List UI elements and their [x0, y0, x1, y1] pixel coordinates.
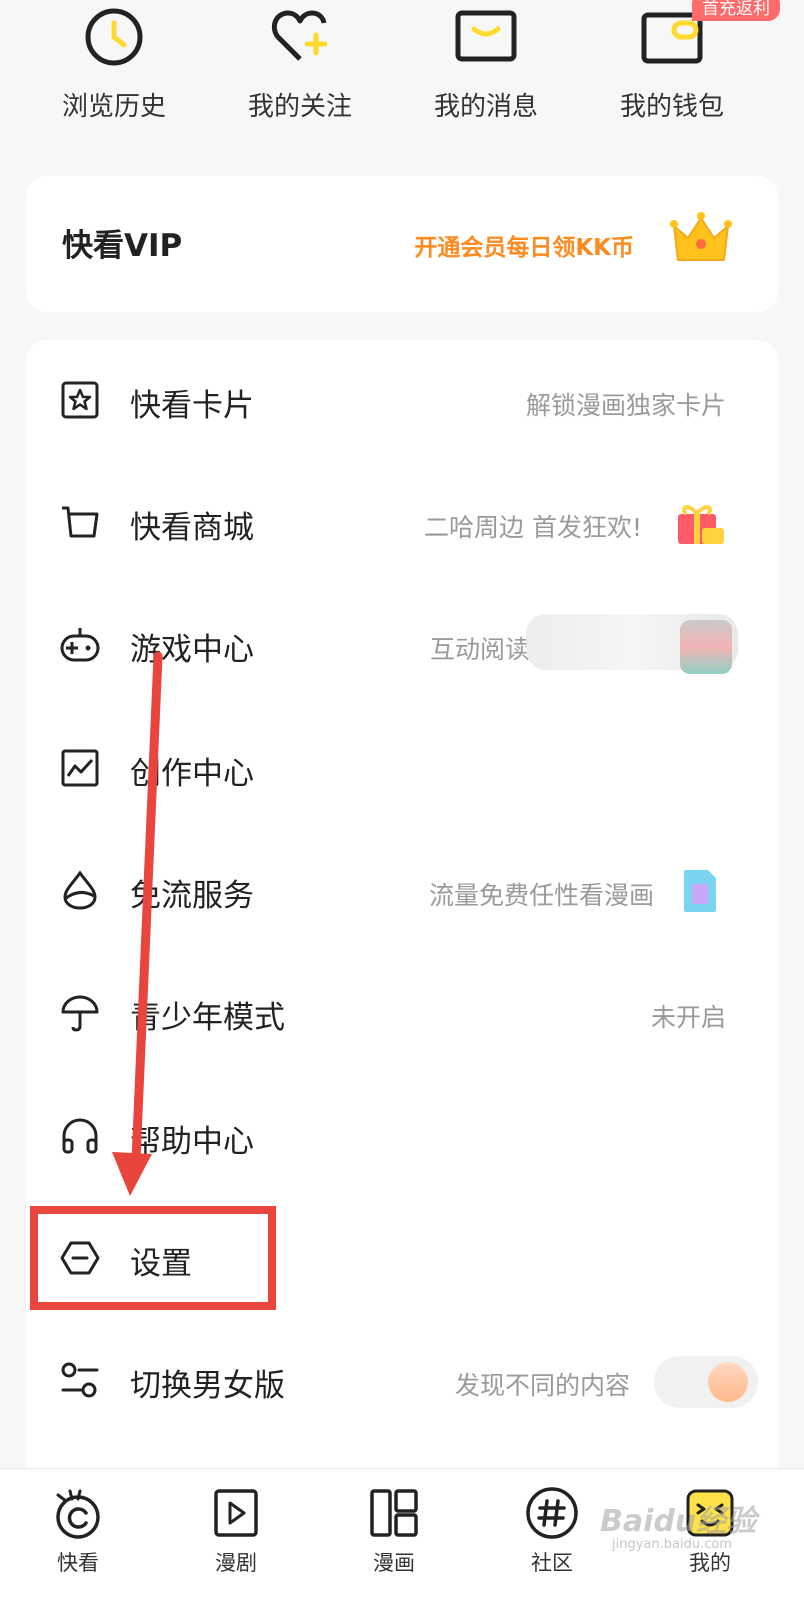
nav-tab-label: 快看	[57, 1551, 99, 1575]
menu-item-free-data[interactable]: 免流服务 流量免费任性看漫画	[26, 840, 778, 940]
menu-item-help[interactable]: 帮助中心	[26, 1086, 778, 1186]
quick-history[interactable]: 浏览历史	[34, 0, 194, 140]
quick-history-label: 浏览历史	[61, 92, 166, 122]
sim-card-icon	[684, 870, 716, 912]
menu-card: 快看卡片 解锁漫画独家卡片 快看商城 二哈周边 首发狂欢! 游戏中心 互动阅读	[26, 340, 778, 1490]
comic-grid-icon	[370, 1489, 418, 1537]
play-icon	[214, 1489, 258, 1537]
nav-tab-kuaikan[interactable]: 快看	[18, 1479, 138, 1594]
drop-icon	[63, 870, 97, 910]
heart-plus-icon	[271, 10, 328, 61]
game-thumbnail	[680, 620, 732, 674]
headphones-icon	[62, 1118, 98, 1154]
quick-wallet-label: 我的钱包	[619, 92, 724, 122]
menu-item-hint: 互动阅读	[430, 635, 531, 664]
menu-item-label: 游戏中心	[130, 632, 254, 668]
umbrella-icon	[61, 995, 99, 1032]
menu-item-hint: 流量免费任性看漫画	[428, 881, 654, 910]
bottom-nav: 快看 漫剧 漫画 社区 我的 Baidu经验 jingyan.baidu.com	[0, 1468, 804, 1601]
menu-item-label: 快看卡片	[130, 388, 254, 424]
vip-promo: 开通会员每日领KK币	[414, 235, 634, 261]
quick-actions: 浏览历史 我的关注 我的消息 首充返利 我的钱包	[0, 0, 804, 150]
menu-item-cards[interactable]: 快看卡片 解锁漫画独家卡片	[26, 350, 778, 450]
menu-item-mall[interactable]: 快看商城 二哈周边 首发狂欢!	[26, 472, 778, 572]
chart-icon	[61, 749, 99, 787]
crown-icon	[670, 212, 732, 261]
menu-item-label: 快看商城	[130, 510, 254, 546]
nav-tab-community[interactable]: 社区	[492, 1479, 612, 1594]
quick-wallet[interactable]: 首充返利 我的钱包	[592, 0, 780, 140]
menu-item-hint: 二哈周边 首发狂欢!	[424, 513, 642, 542]
nav-tab-label: 社区	[531, 1551, 573, 1575]
wallet-badge: 首充返利	[692, 0, 780, 21]
menu-item-label: 免流服务	[130, 878, 254, 914]
nav-tab-label: 漫画	[373, 1551, 415, 1575]
menu-item-label: 创作中心	[130, 756, 254, 792]
message-icon	[455, 10, 517, 62]
switch-icon	[61, 1362, 99, 1398]
menu-item-hint: 发现不同的内容	[454, 1371, 630, 1400]
card-star-icon	[61, 381, 99, 419]
menu-item-label: 青少年模式	[130, 1000, 285, 1036]
menu-item-hint: 解锁漫画独家卡片	[525, 391, 726, 420]
hashtag-icon	[526, 1487, 578, 1539]
gift-icon	[678, 505, 724, 544]
vip-card[interactable]: 快看VIP 开通会员每日领KK币	[26, 176, 778, 312]
settings-highlight-box	[30, 1206, 276, 1310]
clock-icon	[85, 8, 143, 66]
quick-follow[interactable]: 我的关注	[220, 0, 380, 140]
gamepad-icon	[60, 628, 100, 662]
menu-item-label: 帮助中心	[130, 1124, 254, 1160]
baidu-watermark: Baidu经验	[600, 1504, 757, 1539]
vip-title: 快看VIP	[62, 228, 183, 264]
nav-tab-drama[interactable]: 漫剧	[176, 1479, 296, 1594]
gender-toggle[interactable]	[654, 1356, 758, 1408]
menu-item-teen-mode[interactable]: 青少年模式 未开启	[26, 962, 778, 1062]
menu-item-label: 切换男女版	[130, 1368, 285, 1404]
menu-item-hint: 未开启	[650, 1003, 726, 1032]
toggle-knob	[708, 1362, 748, 1402]
menu-item-switch-version[interactable]: 切换男女版 发现不同的内容	[26, 1330, 778, 1430]
baidu-watermark-url: jingyan.baidu.com	[612, 1537, 732, 1552]
quick-messages[interactable]: 我的消息	[406, 0, 566, 140]
kuaikan-eye-icon	[56, 1489, 100, 1539]
quick-follow-label: 我的关注	[247, 92, 352, 122]
menu-item-games[interactable]: 游戏中心 互动阅读	[26, 594, 778, 694]
quick-messages-label: 我的消息	[433, 92, 538, 122]
nav-tab-comics[interactable]: 漫画	[334, 1479, 454, 1594]
cart-icon	[62, 506, 99, 538]
nav-tab-label: 漫剧	[215, 1551, 257, 1575]
menu-item-creator[interactable]: 创作中心	[26, 718, 778, 818]
